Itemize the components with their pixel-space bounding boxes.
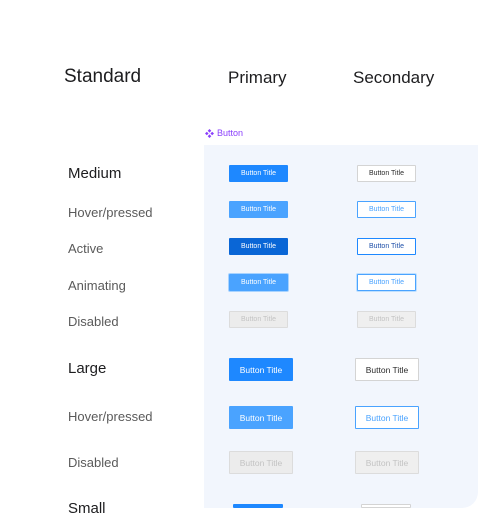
primary-button-medium-disabled: Button Title — [229, 311, 288, 328]
secondary-button-medium-active[interactable]: Button Title — [357, 238, 416, 255]
row-label-medium-active: Active — [68, 241, 104, 256]
primary-button-medium[interactable]: Button Title — [229, 165, 288, 182]
primary-button-large[interactable]: Button Title — [229, 358, 293, 381]
component-icon — [205, 128, 214, 138]
primary-button-small[interactable] — [233, 504, 283, 508]
row-label-medium-animating: Animating — [68, 278, 126, 293]
secondary-button-medium[interactable]: Button Title — [357, 165, 416, 182]
row-label-medium-disabled: Disabled — [68, 314, 119, 329]
row-label-small: Small — [68, 500, 106, 517]
secondary-button-large[interactable]: Button Title — [355, 358, 419, 381]
row-label-medium: Medium — [68, 165, 122, 182]
secondary-button-large-disabled: Button Title — [355, 451, 419, 474]
secondary-button-medium-disabled: Button Title — [357, 311, 416, 328]
primary-button-medium-hover[interactable]: Button Title — [229, 201, 288, 218]
row-label-large: Large — [68, 360, 107, 377]
row-label-medium-hover: Hover/pressed — [68, 205, 153, 220]
primary-button-medium-active[interactable]: Button Title — [229, 238, 288, 255]
secondary-header: Secondary — [353, 68, 435, 87]
row-label-large-hover: Hover/pressed — [68, 409, 153, 424]
secondary-button-small[interactable] — [361, 504, 411, 508]
standard-header: Standard — [64, 66, 142, 87]
primary-button-large-disabled: Button Title — [229, 451, 293, 474]
primary-button-large-hover[interactable]: Button Title — [229, 406, 293, 429]
secondary-button-medium-hover[interactable]: Button Title — [357, 201, 416, 218]
primary-button-medium-animating[interactable]: Button Title — [229, 274, 288, 291]
component-tag-label: Button — [217, 128, 244, 138]
component-tag[interactable]: Button — [205, 128, 243, 138]
primary-header: Primary — [228, 68, 287, 87]
secondary-button-large-hover[interactable]: Button Title — [355, 406, 419, 429]
secondary-button-medium-animating[interactable]: Button Title — [357, 274, 416, 291]
row-label-large-disabled: Disabled — [68, 455, 119, 470]
